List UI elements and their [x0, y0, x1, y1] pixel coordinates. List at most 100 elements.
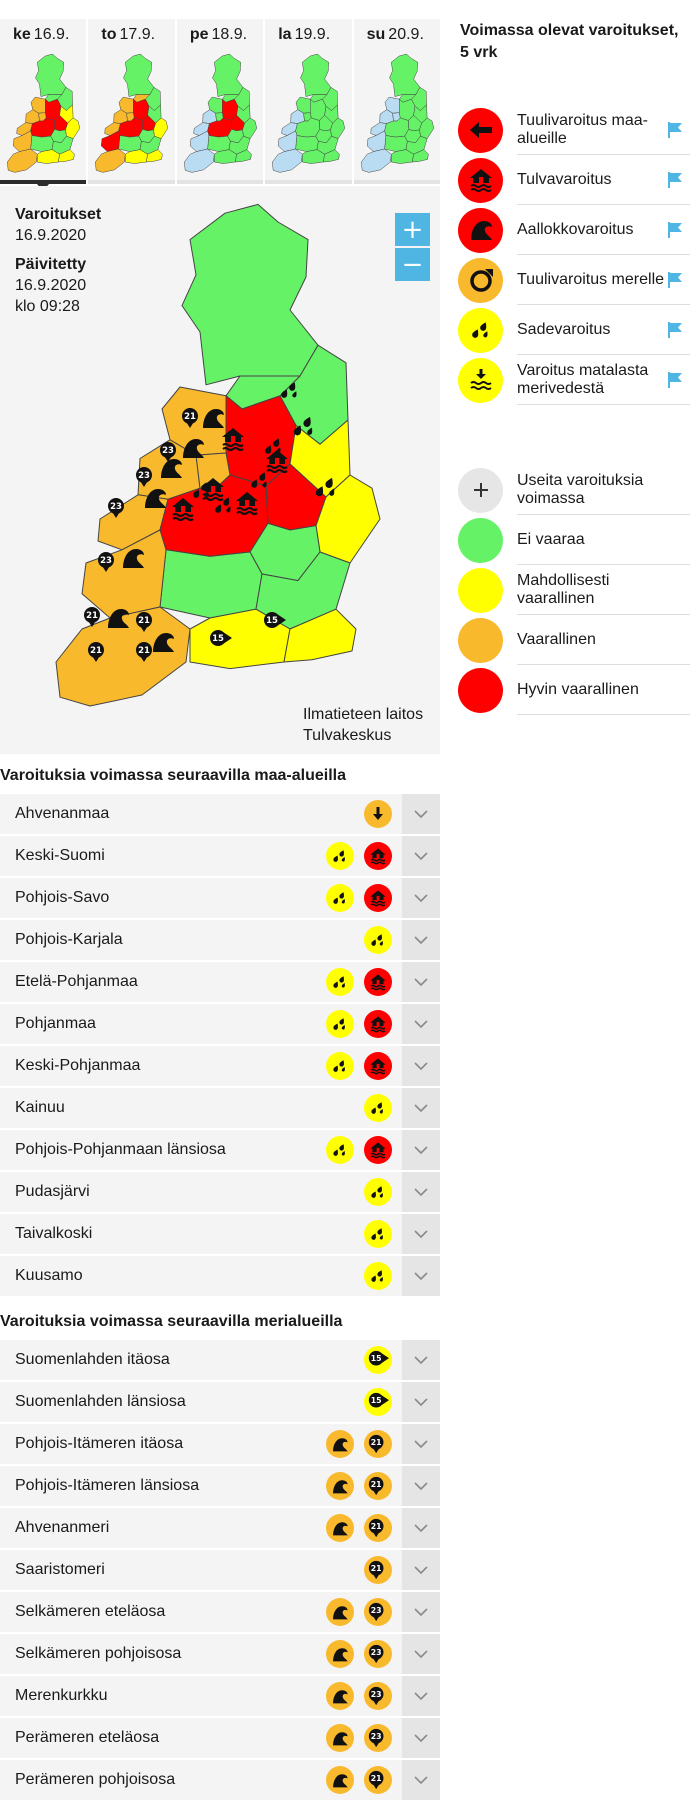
sea-area-row[interactable]: Perämeren eteläosa 23 [0, 1718, 440, 1758]
area-warning-icons: 23 [326, 1724, 392, 1752]
sea-area-row[interactable]: Merenkurkku 23 [0, 1676, 440, 1716]
land-area-row[interactable]: Pohjanmaa [0, 1004, 440, 1044]
day-weekday: pe [189, 26, 209, 43]
expand-button[interactable] [402, 1172, 440, 1212]
land-area-row[interactable]: Taivalkoski [0, 1214, 440, 1254]
chevron-down-icon [414, 1481, 428, 1490]
flag-icon[interactable] [666, 271, 684, 289]
area-name: Pohjois-Itämeren länsiosa [15, 1477, 200, 1494]
area-name: Saaristomeri [15, 1561, 105, 1578]
finland-warning-map[interactable]: 21 23 23 23 23 21 21 21 21 15 15 [50, 200, 420, 750]
legend-item-no-danger: Ei vaaraa [458, 515, 690, 565]
zoom-in-button[interactable]: + [395, 213, 430, 246]
flag-icon[interactable] [666, 121, 684, 139]
expand-button[interactable] [402, 1634, 440, 1674]
legend-levels: Useita varoituksia voimassa Ei vaaraa Ma… [458, 465, 690, 715]
expand-button[interactable] [402, 920, 440, 960]
expand-button[interactable] [402, 1424, 440, 1464]
land-area-row[interactable]: Kainuu [0, 1088, 440, 1128]
mini-map-region [272, 148, 303, 173]
land-area-row[interactable]: Pohjois-Savo [0, 878, 440, 918]
warning-map-panel: Varoitukset 16.9.2020 Päivitetty 16.9.20… [0, 186, 440, 754]
land-area-row[interactable]: Pudasjärvi [0, 1172, 440, 1212]
mini-map-region [123, 53, 155, 97]
expand-button[interactable] [402, 1466, 440, 1506]
expand-button[interactable] [402, 1214, 440, 1254]
area-name: Keski-Pohjanmaa [15, 1057, 141, 1074]
area-warning-icons [326, 1010, 392, 1038]
wave-warning-icon [326, 1598, 354, 1626]
chevron-down-icon [414, 1145, 428, 1154]
flood-warning-icon [364, 1136, 392, 1164]
legend-label: Aallokkovaroitus [517, 205, 690, 255]
sea-area-row[interactable]: Ahvenanmeri 21 [0, 1508, 440, 1548]
expand-button[interactable] [402, 794, 440, 834]
level-yellow-swatch [458, 567, 503, 613]
sea-area-row[interactable]: Selkämeren pohjoisosa 23 [0, 1634, 440, 1674]
expand-button[interactable] [402, 1592, 440, 1632]
day-tab-2[interactable]: pe 18.9. [176, 19, 264, 184]
legend-item-sea-wind: Tuulivaroitus merelle [458, 255, 690, 305]
area-warning-icons: 21 [364, 1556, 392, 1584]
expand-button[interactable] [402, 1718, 440, 1758]
expand-button[interactable] [402, 1130, 440, 1170]
chevron-down-icon [414, 1523, 428, 1532]
area-name: Pohjois-Savo [15, 889, 110, 906]
sea-area-row[interactable]: Suomenlahden itäosa 15 [0, 1340, 440, 1380]
sea-area-row[interactable]: Suomenlahden länsiosa 15 [0, 1382, 440, 1422]
sea-area-row[interactable]: Perämeren pohjoisosa 21 [0, 1760, 440, 1800]
expand-button[interactable] [402, 878, 440, 918]
chevron-down-icon [414, 809, 428, 818]
mini-map-region [7, 148, 38, 173]
flag-icon[interactable] [666, 171, 684, 189]
land-area-row[interactable]: Keski-Pohjanmaa [0, 1046, 440, 1086]
land-areas-heading: Varoituksia voimassa seuraavilla maa-alu… [0, 767, 346, 784]
sea-wind-warning-icon: 21 [364, 1472, 392, 1500]
chevron-down-icon [414, 1271, 428, 1280]
day-tab-4[interactable]: su 20.9. [353, 19, 441, 184]
expand-button[interactable] [402, 1508, 440, 1548]
flag-icon[interactable] [666, 321, 684, 339]
expand-button[interactable] [402, 1382, 440, 1422]
expand-button[interactable] [402, 1676, 440, 1716]
day-tab-3[interactable]: la 19.9. [265, 19, 352, 184]
legend-item-dangerous: Vaarallinen [458, 615, 690, 665]
sea-wind-warning-icon: 15 [364, 1346, 392, 1374]
land-area-row[interactable]: Etelä-Pohjanmaa [0, 962, 440, 1002]
day-weekday: la [278, 26, 292, 43]
expand-button[interactable] [402, 1550, 440, 1590]
expand-button[interactable] [402, 1046, 440, 1086]
day-date: 18.9. [211, 26, 248, 43]
expand-button[interactable] [402, 1004, 440, 1044]
expand-button[interactable] [402, 836, 440, 876]
land-area-row[interactable]: Pohjois-Karjala [0, 920, 440, 960]
expand-button[interactable] [402, 1088, 440, 1128]
wave-icon [458, 207, 503, 253]
area-warning-icons [326, 842, 392, 870]
flag-icon[interactable] [666, 371, 684, 389]
expand-button[interactable] [402, 1760, 440, 1800]
level-green-swatch [458, 517, 503, 563]
day-tab-1[interactable]: to 17.9. [88, 19, 175, 184]
land-area-row[interactable]: Keski-Suomi [0, 836, 440, 876]
sea-area-row[interactable]: Pohjois-Itämeren itäosa 21 [0, 1424, 440, 1464]
flood-warning-icon [364, 968, 392, 996]
day-tab-0[interactable]: ke 16.9. [0, 19, 87, 191]
zoom-out-button[interactable]: − [395, 248, 430, 281]
sea-area-row[interactable]: Selkämeren eteläosa 23 [0, 1592, 440, 1632]
sea-area-row[interactable]: Pohjois-Itämeren länsiosa 21 [0, 1466, 440, 1506]
rain-warning-icon [364, 926, 392, 954]
expand-button[interactable] [402, 962, 440, 1002]
expand-button[interactable] [402, 1340, 440, 1380]
land-area-row[interactable]: Ahvenanmaa [0, 794, 440, 834]
area-warning-icons: 23 [326, 1640, 392, 1668]
flag-icon[interactable] [666, 221, 684, 239]
expand-button[interactable] [402, 1256, 440, 1296]
land-area-row[interactable]: Kuusamo [0, 1256, 440, 1296]
land-area-row[interactable]: Pohjois-Pohjanmaan länsiosa [0, 1130, 440, 1170]
rain-warning-icon [364, 1220, 392, 1248]
sea-area-row[interactable]: Saaristomeri 21 [0, 1550, 440, 1590]
mini-map-region [383, 135, 408, 152]
wave-warning-icon [326, 1472, 354, 1500]
flood-warning-icon [364, 884, 392, 912]
